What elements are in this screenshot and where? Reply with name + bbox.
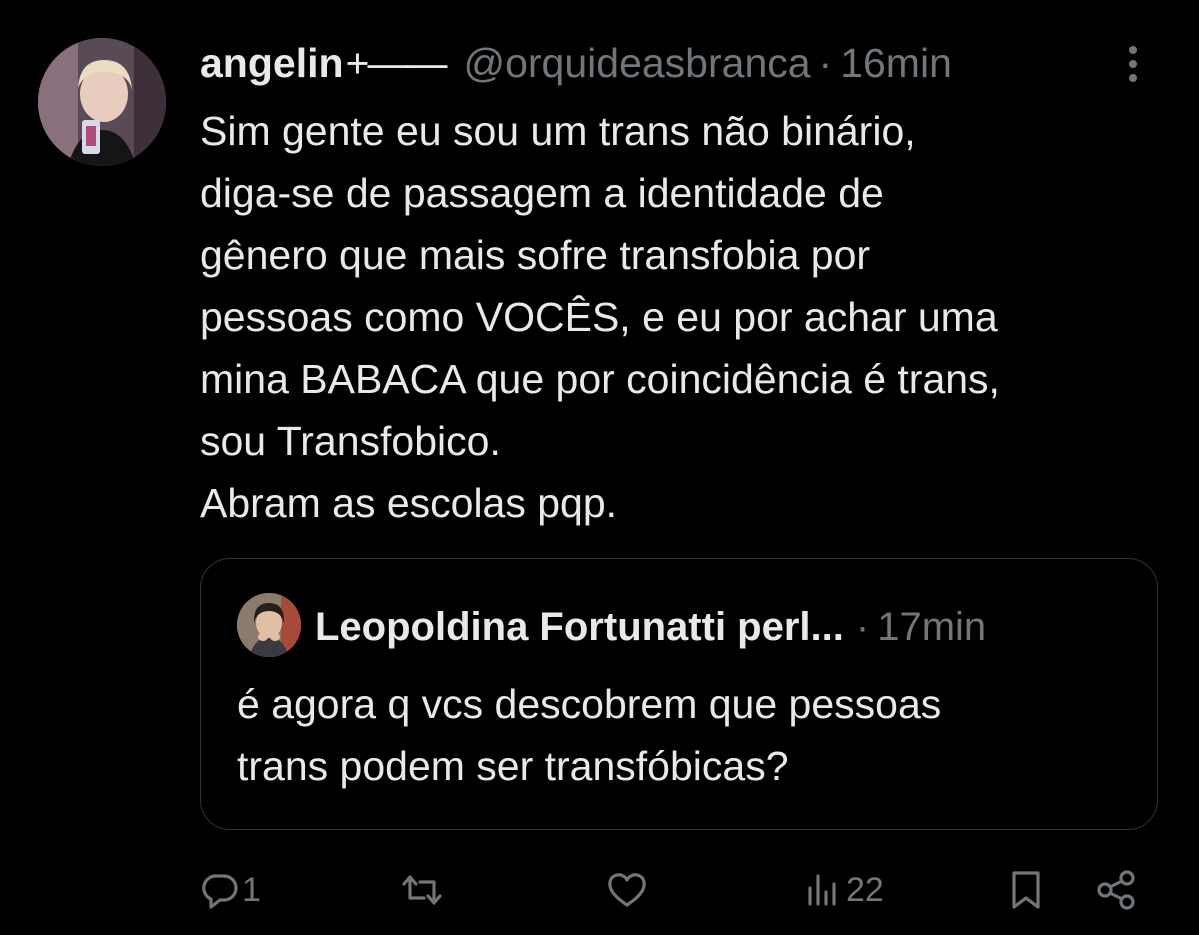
bookmark-icon: [1008, 869, 1044, 911]
quoted-tweet-text: é agora q vcs descobrem que pessoas tran…: [237, 673, 1137, 797]
like-button[interactable]: [606, 862, 648, 918]
reply-button[interactable]: 1: [200, 862, 261, 918]
views-icon: [804, 870, 844, 910]
quoted-text-line: trans podem ser transfóbicas?: [237, 743, 789, 789]
tweet-text-line: diga-se de passagem a identidade de: [200, 170, 884, 216]
tweet-text-line: Sim gente eu sou um trans não binário,: [200, 108, 916, 154]
views-button[interactable]: 22: [804, 862, 884, 918]
author-avatar[interactable]: [38, 38, 166, 166]
separator-dot: ·: [818, 39, 833, 86]
quoted-tweet[interactable]: Leopoldina Fortunatti perl... · 17min é …: [200, 558, 1158, 830]
quoted-author-name: Leopoldina Fortunatti perl...: [315, 604, 844, 649]
author-handle[interactable]: @orquideasbranca: [463, 40, 810, 87]
avatar-image: [38, 38, 166, 166]
tweet-header: angelin +—— @orquideasbranca · 16min: [200, 38, 952, 88]
reply-icon: [200, 870, 240, 910]
tweet-text-line: sou Transfobico.: [200, 418, 501, 464]
quoted-text-line: é agora q vcs descobrem que pessoas: [237, 681, 942, 727]
share-button[interactable]: [1094, 862, 1138, 918]
quoted-author-avatar: [237, 593, 301, 657]
tweet-timestamp[interactable]: 16min: [840, 40, 952, 87]
quoted-avatar-image: [237, 593, 301, 657]
quoted-tweet-timestamp: 17min: [877, 604, 987, 649]
retweet-button[interactable]: [400, 862, 444, 918]
reply-count: 1: [242, 870, 261, 909]
quoted-tweet-header: Leopoldina Fortunatti perl... · 17min: [315, 599, 986, 655]
tweet-action-bar: 1 22: [200, 862, 1150, 918]
author-name[interactable]: angelin: [200, 40, 344, 87]
heart-icon: [606, 870, 648, 910]
tweet-text: Sim gente eu sou um trans não binário, d…: [200, 100, 1160, 534]
author-name-decoration: +——: [345, 39, 448, 86]
tweet-text-line: Abram as escolas pqp.: [200, 480, 618, 526]
retweet-icon: [400, 870, 444, 910]
tweet-text-line: pessoas como VOCÊS, e eu por achar uma: [200, 294, 998, 340]
bookmark-button[interactable]: [1008, 862, 1044, 918]
tweet-text-line: gênero que mais sofre transfobia por: [200, 232, 871, 278]
tweet-text-line: mina BABACA que por coincidência é trans…: [200, 356, 1000, 402]
more-vertical-icon[interactable]: [1118, 42, 1148, 86]
quoted-separator-dot: ·: [855, 604, 870, 649]
views-count: 22: [846, 870, 884, 909]
share-icon: [1094, 868, 1138, 912]
